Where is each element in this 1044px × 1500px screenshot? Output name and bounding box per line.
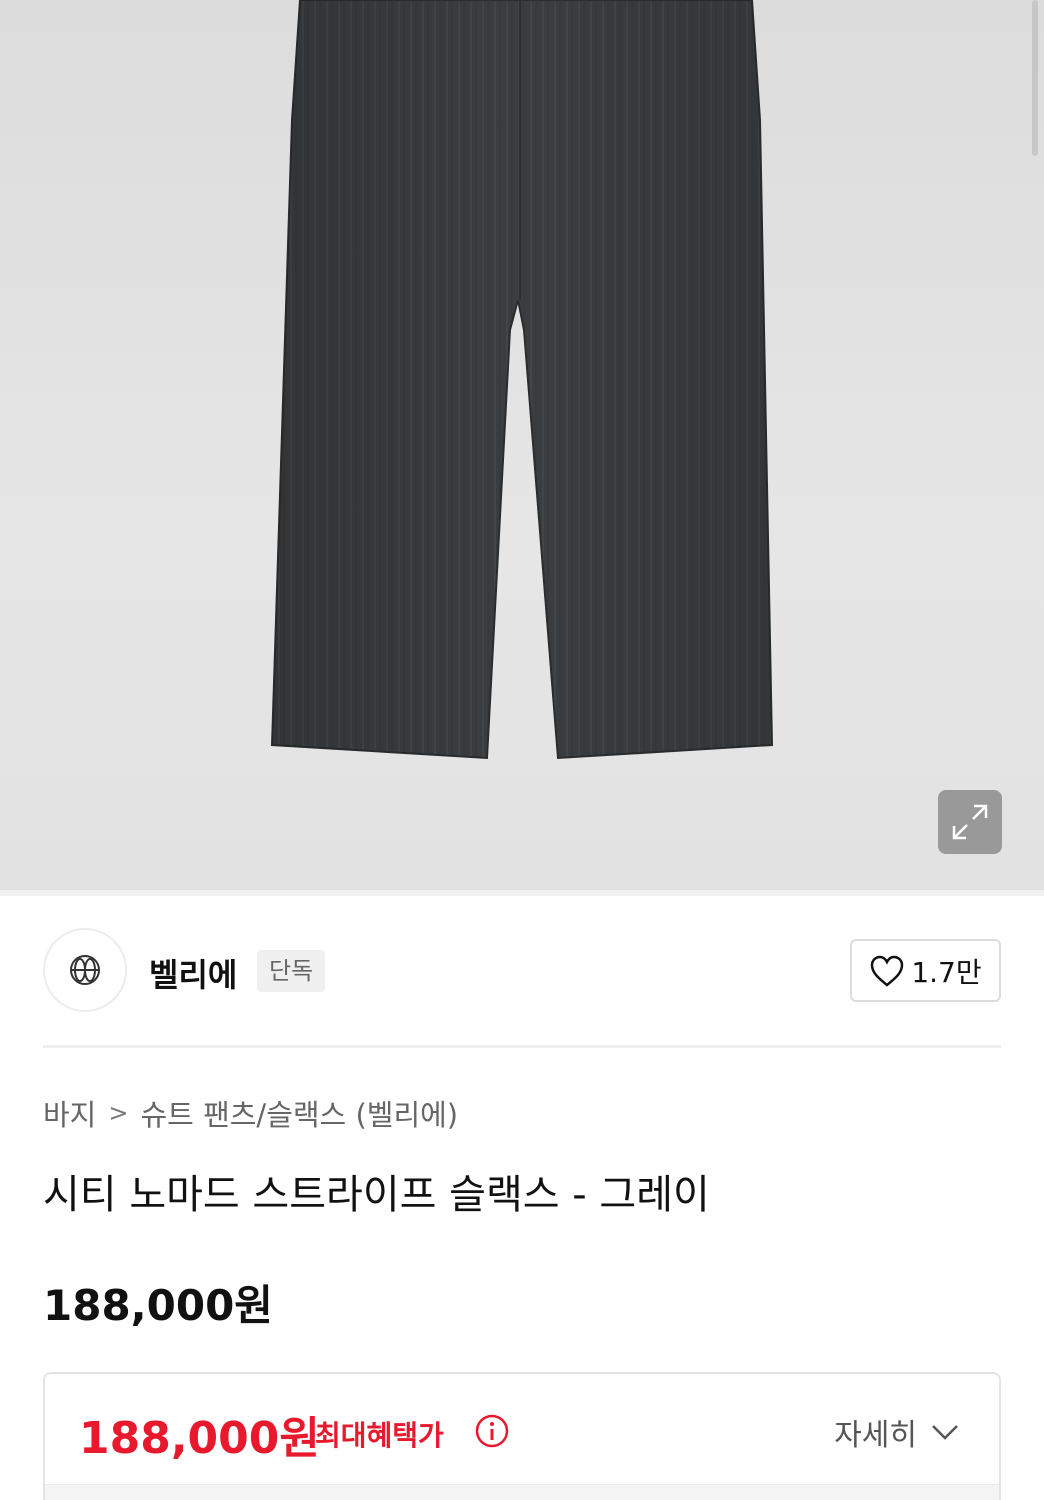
scrollbar[interactable] [1032, 0, 1038, 156]
product-price: 188,000원 [43, 1281, 273, 1330]
detail-toggle[interactable]: 자세히 [834, 1410, 959, 1454]
chevron-down-icon [932, 1425, 958, 1440]
expand-icon [952, 804, 988, 840]
divider [0, 890, 1044, 896]
product-image-viewer[interactable] [0, 0, 1044, 892]
info-icon[interactable] [475, 1414, 509, 1448]
benefit-price: 188,000원 [79, 1413, 320, 1464]
heart-icon [871, 955, 904, 987]
brand-row: 벨리에 단독 1.7만 [43, 928, 1001, 1012]
exclusive-badge: 단독 [257, 950, 326, 992]
brand-name[interactable]: 벨리에 [149, 950, 237, 996]
detail-label: 자세히 [834, 1418, 917, 1453]
chevron-right-icon: > [108, 1099, 129, 1127]
breadcrumb-item-slacks[interactable]: 슈트 팬츠/슬랙스 (벨리에) [140, 1092, 458, 1134]
breadcrumb-item-pants[interactable]: 바지 [43, 1092, 96, 1134]
like-button[interactable]: 1.7만 [850, 939, 1001, 1002]
benefit-footer [45, 1484, 999, 1500]
product-image [270, 0, 774, 760]
expand-button[interactable] [938, 790, 1002, 854]
brand-logo[interactable] [43, 928, 127, 1012]
product-title: 시티 노마드 스트라이프 슬랙스 - 그레이 [43, 1172, 710, 1218]
breadcrumb: 바지 > 슈트 팬츠/슬랙스 (벨리에) [43, 1092, 458, 1134]
brand-logo-icon [70, 955, 100, 985]
max-benefit-box[interactable]: 188,000원 최대혜택가 자세히 [43, 1372, 1001, 1500]
benefit-label: 최대혜택가 [315, 1419, 444, 1452]
section-divider [43, 1045, 1001, 1048]
like-count: 1.7만 [911, 955, 982, 989]
